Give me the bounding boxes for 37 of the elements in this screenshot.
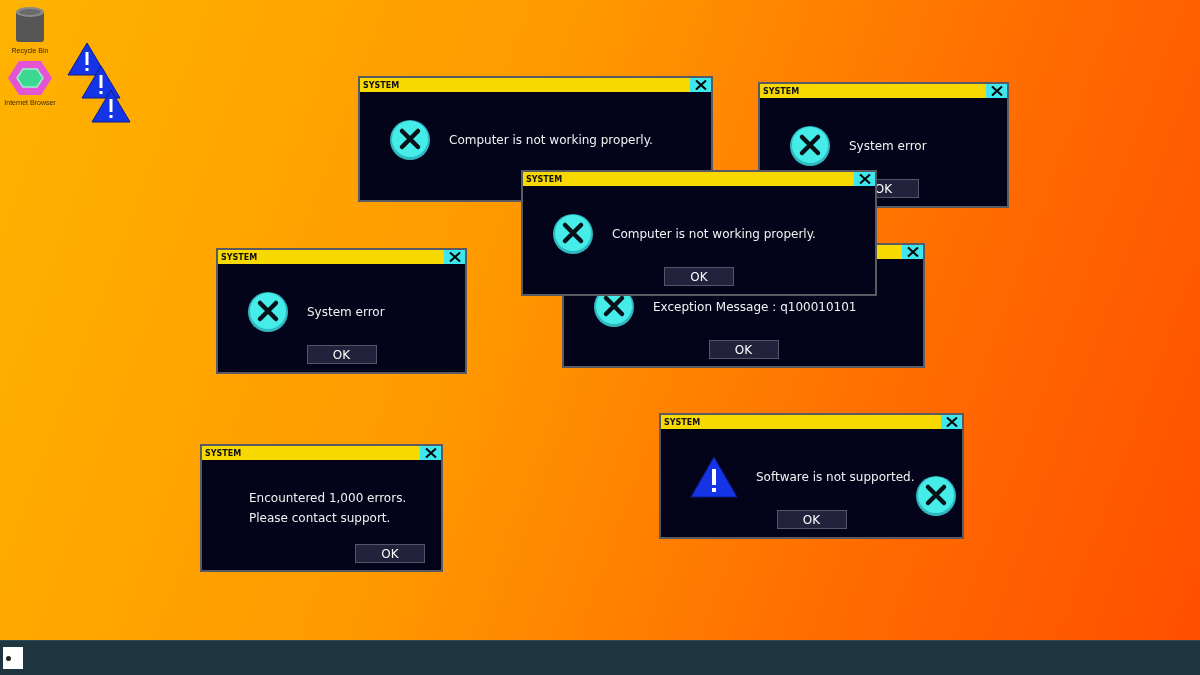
warning-triangles-drawing[interactable] (67, 42, 133, 123)
window-title: SYSTEM (204, 448, 242, 458)
close-button[interactable] (902, 245, 923, 259)
message-text: Computer is not working properly. (612, 227, 816, 241)
window-title: SYSTEM (362, 80, 400, 90)
close-button[interactable] (444, 250, 465, 264)
ok-button[interactable]: OK (355, 544, 425, 563)
ok-button[interactable]: OK (664, 267, 734, 286)
window-title: SYSTEM (220, 252, 258, 262)
close-button[interactable] (854, 172, 875, 186)
message-text: Software is not supported. (756, 470, 915, 484)
close-button[interactable] (941, 415, 962, 429)
start-button[interactable] (3, 647, 23, 669)
close-button[interactable] (986, 84, 1007, 98)
ok-button[interactable]: OK (306, 345, 377, 364)
message-text: System error (849, 139, 927, 153)
error-icon (915, 475, 957, 517)
trash-can-icon (15, 6, 45, 44)
ok-button[interactable]: OK (776, 510, 847, 529)
window-title: SYSTEM (663, 417, 701, 427)
error-icon (389, 119, 431, 161)
dot-icon (6, 655, 11, 661)
message-text: Encountered 1,000 errors. (249, 491, 407, 505)
close-button[interactable] (690, 78, 711, 92)
message-text: Exception Message : q100010101 (653, 300, 857, 314)
window-title: SYSTEM (525, 174, 563, 184)
error-icon (552, 213, 594, 255)
error-icon (789, 125, 831, 167)
message-text: Computer is not working properly. (449, 133, 653, 147)
message-text: System error (307, 305, 385, 319)
hexagon-icon (7, 60, 53, 96)
close-button[interactable] (420, 446, 441, 460)
window-title: SYSTEM (762, 86, 800, 96)
ok-button[interactable]: OK (708, 340, 779, 359)
message-text: Please contact support. (249, 511, 392, 525)
error-icon (247, 291, 289, 333)
warning-icon (690, 456, 738, 498)
